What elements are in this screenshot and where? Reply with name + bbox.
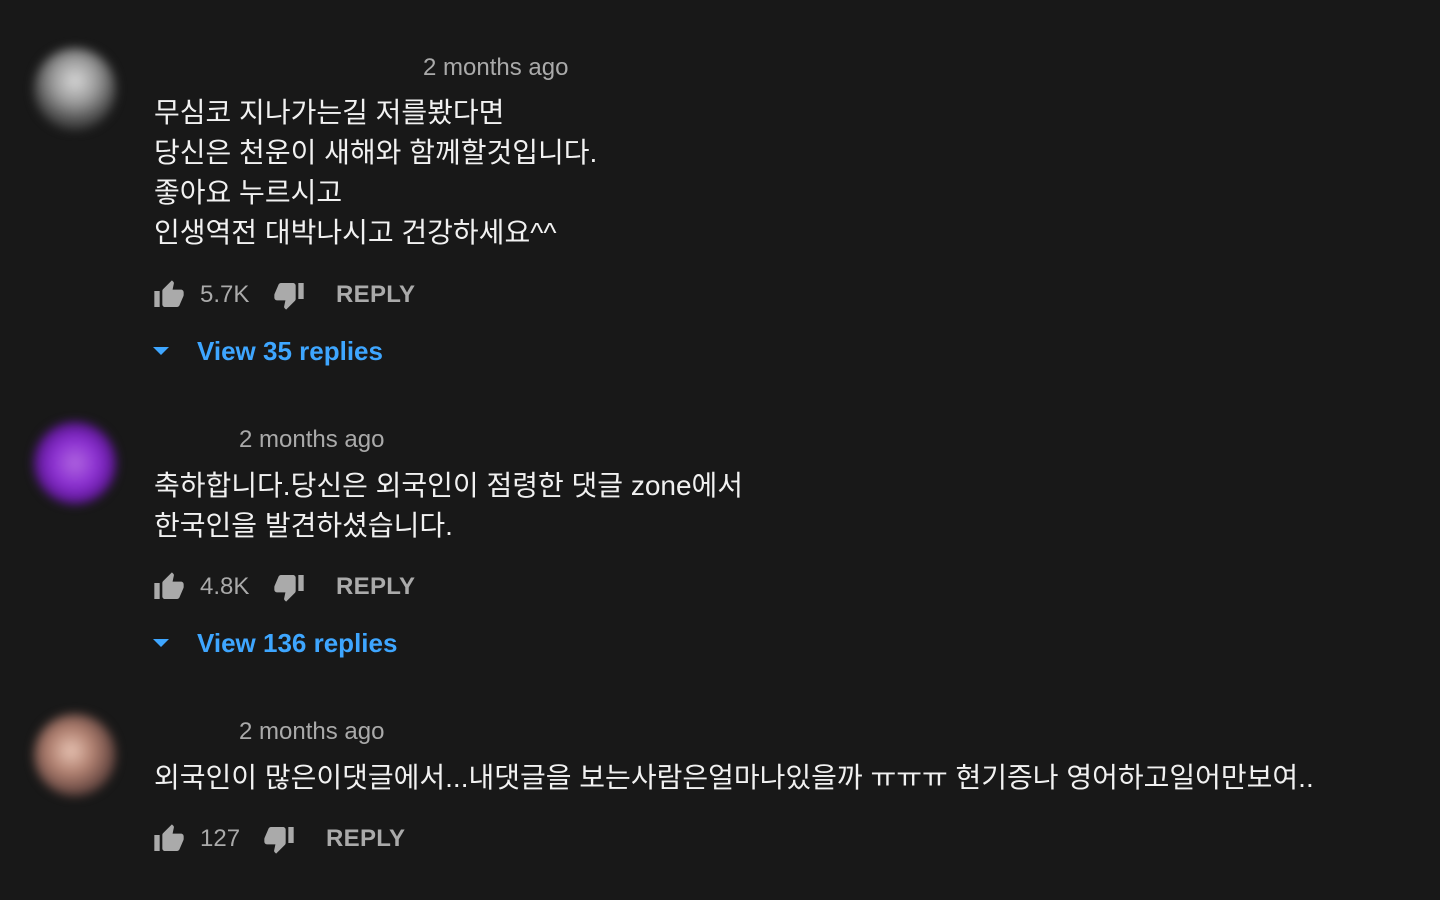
caret-down-icon bbox=[150, 344, 172, 358]
view-replies-button[interactable]: View 35 replies bbox=[150, 331, 383, 371]
reply-button[interactable]: REPLY bbox=[326, 825, 405, 853]
comment-actions: 127 REPLY bbox=[152, 819, 405, 859]
comment-text-line: 좋아요 누르시고 bbox=[154, 177, 343, 208]
avatar[interactable] bbox=[34, 714, 116, 796]
comment-text: 외국인이 많은이댓글에서...내댓글을 보는사람은얼마나있을까 ㅠㅠㅠ 현기증나… bbox=[154, 758, 1314, 798]
comment-timestamp[interactable]: 2 months ago bbox=[239, 718, 384, 746]
comment-text: 축하합니다.당신은 외국인이 점령한 댓글 zone에서 한국인을 발견하셨습니… bbox=[154, 466, 743, 546]
comment-actions: 4.8K REPLY bbox=[152, 567, 415, 607]
comment-text-line: 한국인을 발견하셨습니다. bbox=[154, 510, 453, 541]
view-replies-label: View 136 replies bbox=[197, 627, 398, 658]
thumbs-up-icon[interactable] bbox=[152, 570, 186, 604]
reply-button[interactable]: REPLY bbox=[336, 573, 415, 601]
thumbs-up-icon[interactable] bbox=[152, 822, 186, 856]
caret-down-icon bbox=[150, 636, 172, 650]
comment-text-line: 축하합니다.당신은 외국인이 점령한 댓글 zone에서 bbox=[154, 470, 744, 501]
like-count: 127 bbox=[200, 825, 241, 852]
comment-timestamp[interactable]: 2 months ago bbox=[239, 426, 384, 454]
comment-timestamp[interactable]: 2 months ago bbox=[423, 54, 568, 82]
comment-actions: 5.7K REPLY bbox=[152, 275, 415, 315]
comment-text-line: 당신은 천운이 새해와 함께할것입니다. bbox=[154, 137, 598, 168]
view-replies-button[interactable]: View 136 replies bbox=[150, 623, 397, 663]
thumbs-down-icon[interactable] bbox=[262, 822, 296, 856]
thumbs-down-icon[interactable] bbox=[272, 570, 306, 604]
avatar[interactable] bbox=[34, 48, 116, 130]
comment-text: 무심코 지나가는길 저를봤다면 당신은 천운이 새해와 함께할것입니다. 좋아요… bbox=[154, 93, 597, 253]
thumbs-up-icon[interactable] bbox=[152, 278, 186, 312]
comment-text-line: 무심코 지나가는길 저를봤다면 bbox=[154, 97, 505, 128]
reply-button[interactable]: REPLY bbox=[336, 281, 415, 309]
like-count: 4.8K bbox=[200, 573, 250, 600]
comment-text-line: 외국인이 많은이댓글에서...내댓글을 보는사람은얼마나있을까 ㅠㅠㅠ 현기증나… bbox=[154, 762, 1314, 793]
view-replies-label: View 35 replies bbox=[197, 335, 383, 366]
like-count: 5.7K bbox=[200, 281, 250, 308]
thumbs-down-icon[interactable] bbox=[272, 278, 306, 312]
comment-text-line: 인생역전 대박나시고 건강하세요^^ bbox=[154, 217, 557, 248]
avatar[interactable] bbox=[34, 422, 116, 504]
